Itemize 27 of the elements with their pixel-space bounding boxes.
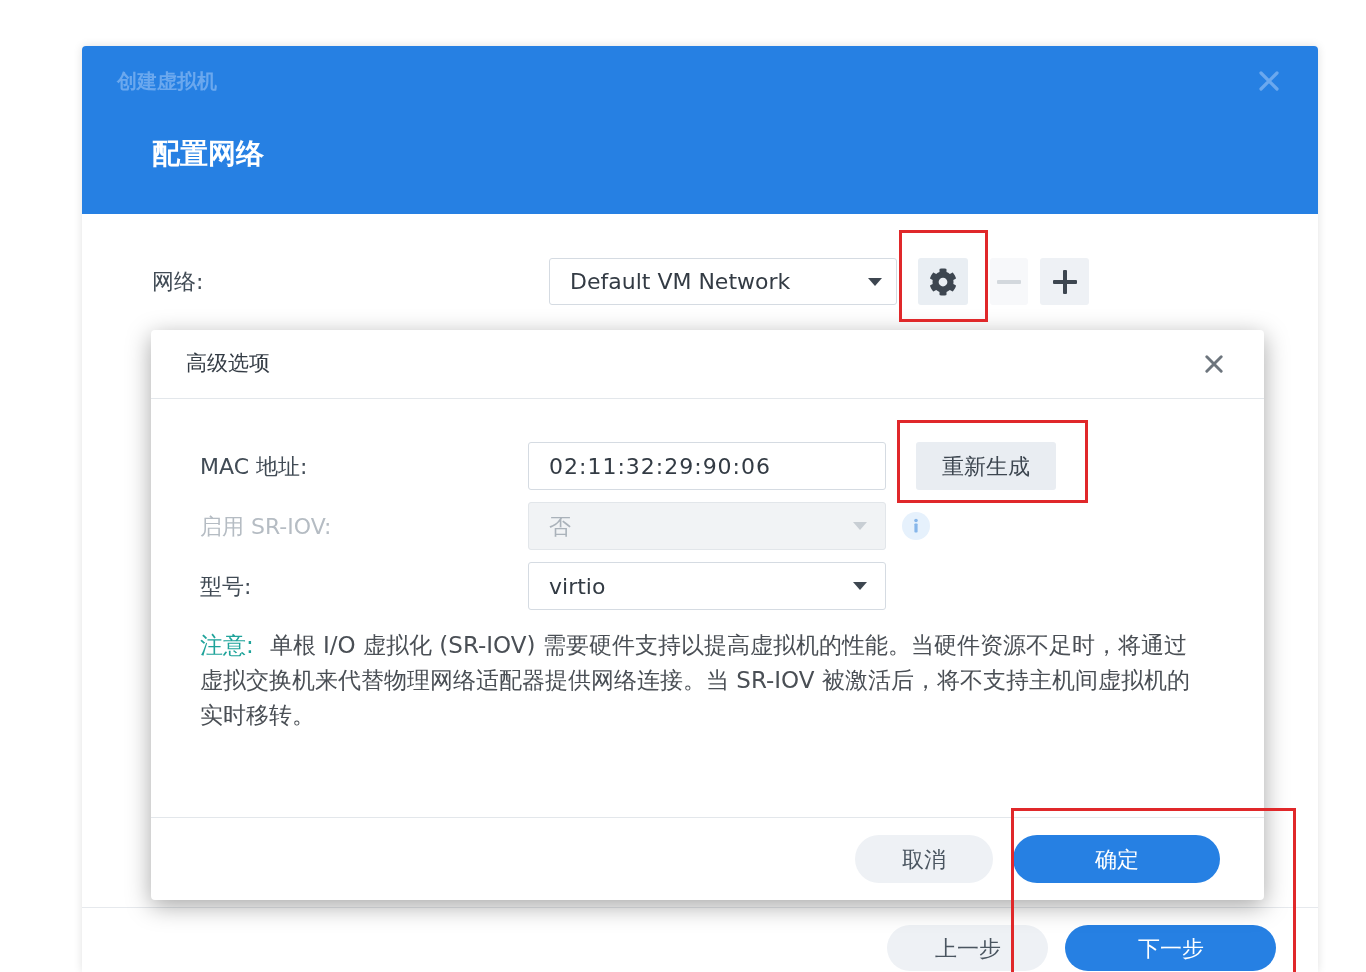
cancel-button[interactable]: 取消	[855, 835, 993, 883]
field-label: MAC 地址:	[200, 453, 308, 479]
close-button[interactable]	[1204, 354, 1224, 374]
close-icon	[1259, 71, 1279, 91]
note-text: 注意: 单根 I/O 虚拟化 (SR-IOV) 需要硬件支持以提高虚拟机的性能。当硬件资源不足时，将通过虚拟交换机来代替物理网络适配器提供网络连接。当 SR-IOV 被激活后，将不支持主机间虚拟机的实时移转。	[200, 631, 1191, 730]
settings-button[interactable]	[918, 258, 968, 305]
back-button[interactable]: 上一步	[887, 925, 1048, 971]
plus-icon	[1052, 269, 1077, 294]
step-title: 配置网络	[152, 137, 264, 170]
close-icon	[1205, 355, 1223, 373]
mac-address-field[interactable]: 02:11:32:29:90:06	[528, 442, 886, 490]
field-label: 型号:	[200, 573, 252, 599]
field-label: 启用 SR-IOV:	[200, 513, 332, 539]
caret-icon	[868, 277, 882, 286]
minus-icon	[997, 279, 1021, 284]
gear-icon	[929, 267, 957, 296]
dialog-title: 高级选项	[186, 350, 270, 378]
caret-icon	[853, 582, 867, 590]
dropdown-select[interactable]: virtio	[528, 562, 886, 610]
next-button[interactable]: 下一步	[1065, 925, 1276, 971]
add-button[interactable]	[1040, 258, 1089, 305]
dialog-title: 创建虚拟机	[117, 68, 217, 95]
network-select[interactable]: Default VM Network	[549, 258, 897, 305]
regenerate-button[interactable]: 重新生成	[916, 442, 1056, 490]
field-label: 网络:	[152, 269, 204, 294]
caret-icon	[853, 522, 867, 530]
confirm-button[interactable]: 确定	[1013, 835, 1220, 883]
